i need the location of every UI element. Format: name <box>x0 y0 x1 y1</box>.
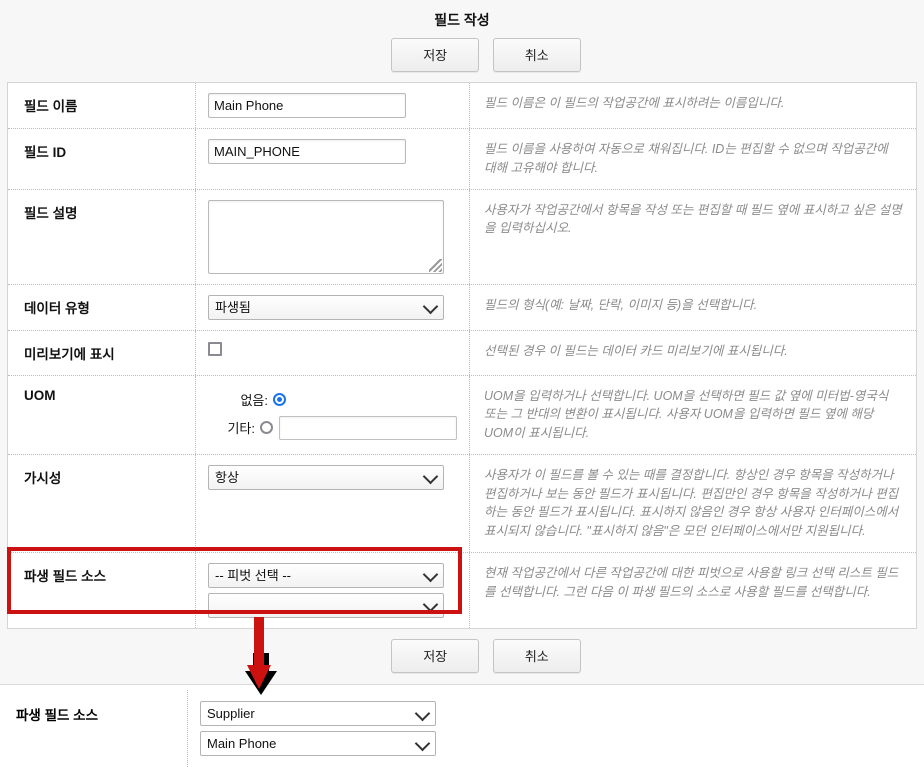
chevron-down-icon <box>422 596 439 613</box>
save-button-top[interactable]: 저장 <box>391 38 480 72</box>
label-data-type: 데이터 유형 <box>8 284 196 330</box>
cell-visibility-select: 항상 <box>196 454 470 552</box>
chevron-down-icon <box>414 735 431 751</box>
bottom-button-bar: 저장 취소 <box>0 628 924 685</box>
cell-data-type-select: 파생됨 <box>196 284 470 330</box>
visibility-select[interactable]: 항상 <box>208 464 444 490</box>
uom-none-radio[interactable] <box>273 392 286 406</box>
result-field-value: Main Phone <box>207 736 277 751</box>
cell-field-id-input <box>196 129 470 189</box>
label-field-name: 필드 이름 <box>8 83 196 128</box>
field-form-panel: 필드 작성 저장 취소 필드 이름 필드 이름은 이 필드의 작업공간에 표시하… <box>0 0 924 685</box>
save-button-bottom[interactable]: 저장 <box>391 638 480 673</box>
derived-field-source-result: 파생 필드 소스 Supplier Main Phone <box>0 690 924 767</box>
uom-other-radio[interactable] <box>260 421 273 434</box>
row-show-in-preview: 미리보기에 표시 선택된 경우 이 필드는 데이터 카드 미리보기에 표시됩니다… <box>8 330 916 376</box>
help-derived-field-source: 현재 작업공간에서 다른 작업공간에 대한 피벗으로 사용할 링크 선택 리스트… <box>484 565 899 599</box>
label-field-id: 필드 ID <box>8 129 196 189</box>
chevron-down-icon <box>414 705 431 721</box>
derived-pivot-value: -- 피벗 선택 -- <box>215 567 291 583</box>
label-derived-field-source: 파생 필드 소스 <box>8 552 196 628</box>
uom-other-input[interactable] <box>279 415 457 440</box>
result-pivot-select[interactable]: Supplier <box>200 701 436 726</box>
field-properties-table: 필드 이름 필드 이름은 이 필드의 작업공간에 표시하려는 이름입니다. 필드… <box>7 82 917 629</box>
row-field-description: 필드 설명 사용자가 작업공간에서 항목을 작성 또는 편집할 때 필드 옆에 … <box>8 189 916 285</box>
uom-other-label: 기타: <box>227 421 255 436</box>
row-data-type: 데이터 유형 파생됨 필드의 형식(예: 날짜, 단락, 이미지 등)을 선택합… <box>8 284 916 331</box>
annotation-arrow-icon <box>245 617 277 695</box>
label-field-description: 필드 설명 <box>8 189 196 284</box>
row-field-name: 필드 이름 필드 이름은 이 필드의 작업공간에 표시하려는 이름입니다. <box>8 83 916 129</box>
help-uom: UOM을 입력하거나 선택합니다. UOM을 선택하면 필드 값 옆에 미터법-… <box>484 388 889 441</box>
label-visibility: 가시성 <box>8 454 196 552</box>
field-name-input[interactable] <box>208 93 406 118</box>
show-in-preview-checkbox[interactable] <box>208 342 222 357</box>
cell-field-description-input <box>196 189 470 284</box>
row-field-id: 필드 ID 필드 이름을 사용하여 자동으로 채워집니다. ID는 편집할 수 … <box>8 129 916 190</box>
field-description-textarea[interactable] <box>208 199 444 274</box>
help-field-description: 사용자가 작업공간에서 항목을 작성 또는 편집할 때 필드 옆에 표시하고 싶… <box>484 202 902 236</box>
label-show-in-preview: 미리보기에 표시 <box>8 330 196 375</box>
cancel-button-top[interactable]: 취소 <box>492 38 581 72</box>
derived-pivot-select[interactable]: -- 피벗 선택 -- <box>208 562 444 588</box>
uom-other-line: 기타: <box>226 415 457 440</box>
chevron-down-icon <box>422 468 439 485</box>
row-visibility: 가시성 항상 사용자가 이 필드를 볼 수 있는 때를 결정합니다. 항상인 경… <box>8 454 916 553</box>
cell-derived-field-source-selects: -- 피벗 선택 -- <box>196 552 470 628</box>
chevron-down-icon <box>422 566 439 583</box>
page-title: 필드 작성 <box>434 12 490 28</box>
help-data-type: 필드의 형식(예: 날짜, 단락, 이미지 등)을 선택합니다. <box>484 297 758 312</box>
row-derived-field-source: 파생 필드 소스 -- 피벗 선택 -- 현재 작업공간에서 다른 작업공간에 … <box>8 552 916 628</box>
label-uom: UOM <box>8 375 196 454</box>
top-button-bar: 저장 취소 <box>0 38 924 82</box>
cell-field-name-input <box>196 83 470 128</box>
cell-uom-controls: 없음: 기타: <box>196 375 470 454</box>
help-field-id: 필드 이름을 사용하여 자동으로 채워집니다. ID는 편집할 수 없으며 작업… <box>484 142 888 175</box>
data-type-value: 파생됨 <box>215 299 251 315</box>
label-derived-field-source-result: 파생 필드 소스 <box>0 690 188 767</box>
cell-show-in-preview-checkbox <box>196 330 470 375</box>
cancel-button-bottom[interactable]: 취소 <box>492 638 581 673</box>
derived-field-source-result-fields: Supplier Main Phone <box>188 690 436 761</box>
field-creation-page: 필드 작성 저장 취소 필드 이름 필드 이름은 이 필드의 작업공간에 표시하… <box>0 0 924 767</box>
derived-field-select[interactable] <box>208 592 444 618</box>
result-pivot-value: Supplier <box>207 706 255 721</box>
help-visibility: 사용자가 이 필드를 볼 수 있는 때를 결정합니다. 항상인 경우 항목을 작… <box>484 467 899 538</box>
visibility-value: 항상 <box>215 469 239 485</box>
chevron-down-icon <box>422 298 439 315</box>
field-id-input[interactable] <box>208 139 406 164</box>
uom-none-line: 없음: <box>226 390 457 409</box>
row-uom: UOM 없음: 기타: UOM을 입력하거나 선택합니다. UOM을 선택하면 … <box>8 375 916 455</box>
result-field-select[interactable]: Main Phone <box>200 731 436 756</box>
uom-none-label: 없음: <box>240 392 268 408</box>
data-type-select[interactable]: 파생됨 <box>208 294 444 320</box>
help-show-in-preview: 선택된 경우 이 필드는 데이터 카드 미리보기에 표시됩니다. <box>484 343 788 358</box>
help-field-name: 필드 이름은 이 필드의 작업공간에 표시하려는 이름입니다. <box>484 96 785 110</box>
